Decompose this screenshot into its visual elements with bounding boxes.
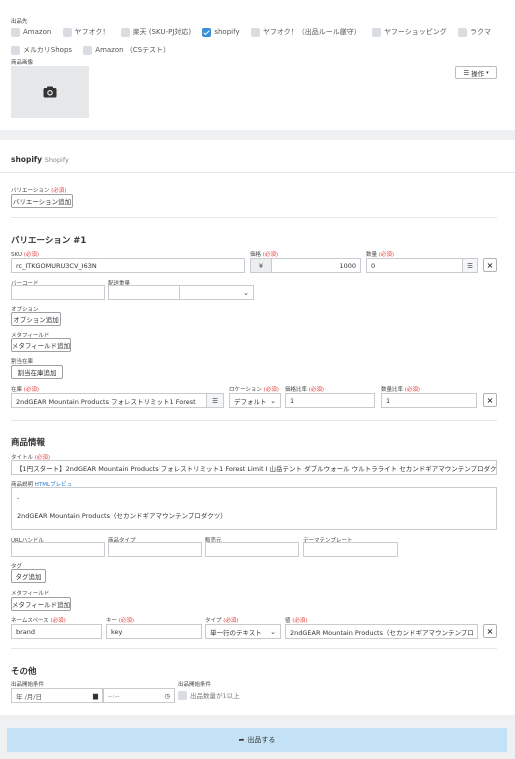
namespace-input[interactable]: brand	[11, 624, 102, 639]
stock-label: 数量 (必須)	[366, 252, 395, 258]
sku-label: SKU (必須)	[11, 252, 40, 258]
product-image-label: 商品画像	[11, 60, 34, 66]
vendor-input[interactable]	[205, 542, 299, 557]
inventory-label: 在庫 (必須)	[11, 387, 40, 393]
url-input[interactable]	[11, 542, 105, 557]
stores-label: 出品先	[11, 19, 28, 25]
store-mercari-shops[interactable]: メルカリShops	[11, 43, 72, 58]
store-rakuma[interactable]: ラクマ	[458, 25, 491, 40]
inventory-list-icon[interactable]: ☰	[206, 393, 224, 408]
store-shopify[interactable]: shopify	[202, 25, 240, 40]
calendar-icon[interactable]: ▆	[93, 692, 98, 700]
remove-inventory-button[interactable]: ×	[483, 393, 497, 407]
namespace-label: ネームスペース (必須)	[11, 618, 66, 624]
key-input[interactable]: key	[106, 624, 202, 639]
camera-icon	[43, 86, 57, 98]
description-textarea[interactable]: - 2ndGEAR Mountain Products（セカンドギアマウンテンプ…	[11, 487, 497, 530]
checkbox[interactable]	[11, 28, 20, 37]
checkbox-checked[interactable]	[202, 28, 212, 37]
variation-label: バリエーション (必須)	[11, 188, 67, 194]
add-variation-button[interactable]: バリエーション追加	[11, 194, 73, 208]
store-yahuoku-strict[interactable]: ヤフオク！（出品ルール厳守）	[250, 25, 361, 40]
chevron-down-icon: ⌄	[270, 627, 276, 636]
time-input[interactable]: --:-- ◷	[103, 688, 175, 703]
divider	[11, 648, 497, 649]
weight-unit-select[interactable]: ⌄	[179, 285, 254, 300]
remove-variation-button[interactable]: ×	[483, 258, 497, 272]
store-yahoo-shopping[interactable]: ヤフーショッピング	[371, 25, 447, 40]
store-amazon[interactable]: Amazon	[11, 25, 51, 40]
remove-metafield-button[interactable]: ×	[483, 624, 497, 638]
barcode-input[interactable]	[11, 285, 105, 300]
location-select[interactable]: デフォルト ⌄	[229, 393, 281, 408]
add-tag-button[interactable]: タグ追加	[11, 569, 46, 583]
value-label: 値 (必須)	[285, 618, 308, 624]
divider	[0, 172, 515, 173]
stores-card: 出品先 Amazon ヤフオク！ 楽天 (SKU-PJ対応) shopify ヤ…	[0, 0, 515, 130]
meta-label: メタフィールド	[11, 591, 50, 597]
checkbox[interactable]	[120, 28, 130, 37]
checkbox[interactable]	[250, 28, 260, 37]
store-yahuoku[interactable]: ヤフオク！	[62, 25, 109, 40]
checkbox[interactable]	[178, 690, 187, 700]
divider	[11, 420, 497, 421]
share-arrow-icon: ➦	[238, 736, 245, 744]
product-info-heading: 商品情報	[11, 438, 46, 448]
chevron-down-icon: ⌄	[270, 396, 276, 405]
price-label: 価格 (必須)	[250, 252, 279, 258]
field-type-select[interactable]: 単一行のテキスト ⌄	[205, 624, 281, 639]
key-label: キー (必須)	[106, 618, 135, 624]
title-input[interactable]: 【1円スタート】2ndGEAR Mountain Products フォレストリ…	[11, 460, 497, 475]
price-prefix: ¥	[250, 258, 272, 273]
shopify-title: shopify Shopify	[11, 155, 69, 164]
qty-ratio-label: 数量比率 (必須)	[381, 387, 421, 393]
start-label: 出品開始条件	[11, 682, 45, 688]
store-rakuten[interactable]: 楽天 (SKU-PJ対応)	[120, 25, 191, 40]
store-amazon-cs[interactable]: Amazon （CSテスト）	[83, 43, 170, 58]
store-list: Amazon ヤフオク！ 楽天 (SKU-PJ対応) shopify ヤフオク！…	[11, 25, 501, 61]
checkbox[interactable]	[11, 46, 20, 55]
add-metafield-button[interactable]: メタフィールド追加	[11, 338, 71, 352]
image-upload[interactable]	[11, 66, 89, 118]
operations-button[interactable]: ☰ 操作 ▾	[455, 66, 497, 79]
type2-label: タイプ (必須)	[205, 618, 239, 624]
shopify-card: shopify Shopify バリエーション (必須) バリエーション追加 バ…	[0, 140, 515, 715]
caret-down-icon: ▾	[486, 69, 489, 76]
price-ratio-label: 価格比率 (必須)	[285, 387, 325, 393]
variation-heading: バリエーション #1	[11, 236, 87, 246]
add-option-button[interactable]: オプション追加	[11, 312, 61, 326]
condition-label: 出品開始条件	[178, 682, 212, 688]
checkbox[interactable]	[371, 28, 381, 37]
other-heading: その他	[11, 667, 37, 677]
add-allocation-button[interactable]: 割当在庫追加	[11, 365, 63, 379]
checkbox[interactable]	[458, 28, 468, 37]
qty-condition-checkbox[interactable]: 出品数量が1以上	[178, 690, 240, 700]
type-input[interactable]	[108, 542, 202, 557]
submit-button[interactable]: ➦ 出品する	[7, 728, 507, 752]
qty-ratio-input[interactable]: 1	[381, 393, 477, 408]
location-label: ロケーション (必須)	[229, 387, 279, 393]
divider	[11, 217, 497, 218]
inventory-input[interactable]: 2ndGEAR Mountain Products フォレストリミット1 For…	[11, 393, 207, 408]
value-input[interactable]: 2ndGEAR Mountain Products（セカンドギアマウンテンプロ	[285, 624, 478, 639]
date-input[interactable]: 年 /月/日 ▆	[11, 688, 103, 703]
chevron-down-icon: ⌄	[243, 288, 249, 297]
checkbox[interactable]	[62, 28, 72, 37]
checkbox[interactable]	[83, 46, 93, 55]
clock-icon[interactable]: ◷	[164, 692, 170, 700]
allocation-label: 割当在庫	[11, 359, 34, 365]
price-ratio-input[interactable]: 1	[285, 393, 375, 408]
weight-input[interactable]	[108, 285, 180, 300]
price-input[interactable]: 1000	[271, 258, 361, 273]
sku-input[interactable]: rc_ITKGOMURU3CV_I63N	[11, 258, 245, 273]
theme-input[interactable]	[303, 542, 398, 557]
stock-list-icon[interactable]: ☰	[462, 258, 478, 273]
add-meta-button[interactable]: メタフィールド追加	[11, 597, 71, 611]
list-icon: ☰	[463, 68, 470, 77]
